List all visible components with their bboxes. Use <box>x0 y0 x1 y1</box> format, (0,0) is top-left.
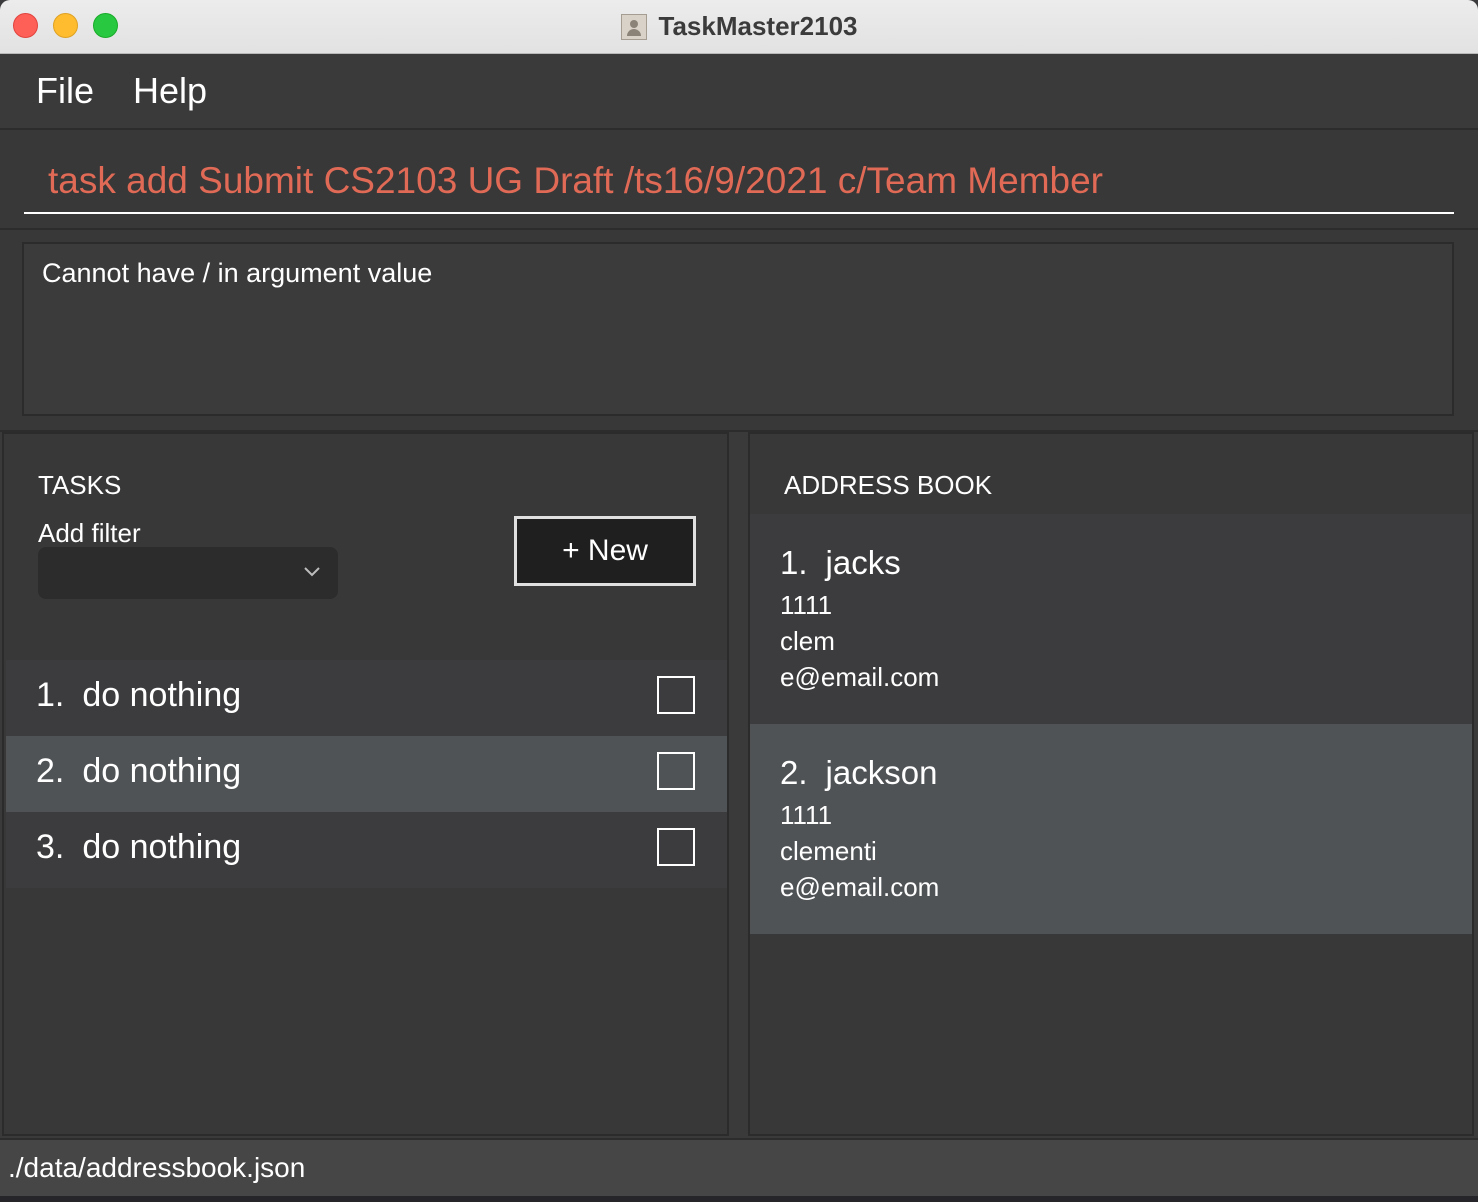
task-index: 2. <box>36 752 65 790</box>
contact-name-text: jackson <box>825 754 938 791</box>
status-bar: ./data/addressbook.json <box>0 1138 1478 1198</box>
task-name: do nothing <box>82 676 242 714</box>
save-location: ./data/addressbook.json <box>8 1152 306 1183</box>
bottom-edge <box>0 1196 1478 1202</box>
contact-phone: 1111 <box>780 590 833 620</box>
result-display: Cannot have / in argument value <box>0 230 1478 432</box>
command-box <box>0 130 1478 230</box>
command-input[interactable] <box>24 150 1454 214</box>
app-window: TaskMaster2103 File Help Cannot have / i… <box>0 0 1478 1202</box>
task-label: 2. do nothing <box>36 752 241 791</box>
tasks-panel: TASKS Add filter + New 1. do nothing 2. do… <box>2 432 729 1136</box>
contact-phone: 1111 <box>780 800 833 830</box>
task-row[interactable]: 3. do nothing <box>6 812 727 888</box>
task-label: 3. do nothing <box>36 828 241 867</box>
chevron-down-icon <box>304 567 320 577</box>
filter-dropdown[interactable] <box>38 547 338 599</box>
address-book-panel: ADDRESS BOOK 1. jacks 1111 clem e@email.c… <box>748 432 1474 1136</box>
tasks-heading: TASKS <box>38 470 122 500</box>
menu-bar: File Help <box>0 54 1478 130</box>
contact-name: 1. jacks <box>780 544 901 582</box>
task-checkbox[interactable] <box>657 676 695 714</box>
task-index: 1. <box>36 676 65 714</box>
new-task-button[interactable]: + New <box>514 516 696 586</box>
filter-label: Add filter <box>38 518 141 548</box>
result-message: Cannot have / in argument value <box>42 258 433 288</box>
task-row[interactable]: 1. do nothing <box>6 660 727 736</box>
contact-address: clem <box>780 626 835 656</box>
result-box: Cannot have / in argument value <box>22 242 1454 416</box>
address-book-heading: ADDRESS BOOK <box>784 470 993 500</box>
title-group: TaskMaster2103 <box>0 0 1478 53</box>
contact-email: e@email.com <box>780 662 940 692</box>
task-checkbox[interactable] <box>657 828 695 866</box>
task-label: 1. do nothing <box>36 676 241 715</box>
contact-email: e@email.com <box>780 872 940 902</box>
task-name: do nothing <box>82 828 242 866</box>
contact-name: 2. jackson <box>780 754 937 792</box>
contact-card[interactable]: 1. jacks 1111 clem e@email.com <box>750 514 1472 724</box>
contact-card[interactable]: 2. jackson 1111 clementi e@email.com <box>750 724 1472 934</box>
contact-name-text: jacks <box>825 544 901 581</box>
contact-index: 1. <box>780 544 808 581</box>
address-book-icon <box>620 13 647 40</box>
title-bar[interactable]: TaskMaster2103 <box>0 0 1478 54</box>
task-index: 3. <box>36 828 65 866</box>
task-name: do nothing <box>82 752 242 790</box>
menu-help[interactable]: Help <box>133 70 207 112</box>
menu-file[interactable]: File <box>36 70 94 112</box>
contact-index: 2. <box>780 754 808 791</box>
task-checkbox[interactable] <box>657 752 695 790</box>
contact-address: clementi <box>780 836 877 866</box>
task-row[interactable]: 2. do nothing <box>6 736 727 812</box>
window-title: TaskMaster2103 <box>658 11 858 41</box>
